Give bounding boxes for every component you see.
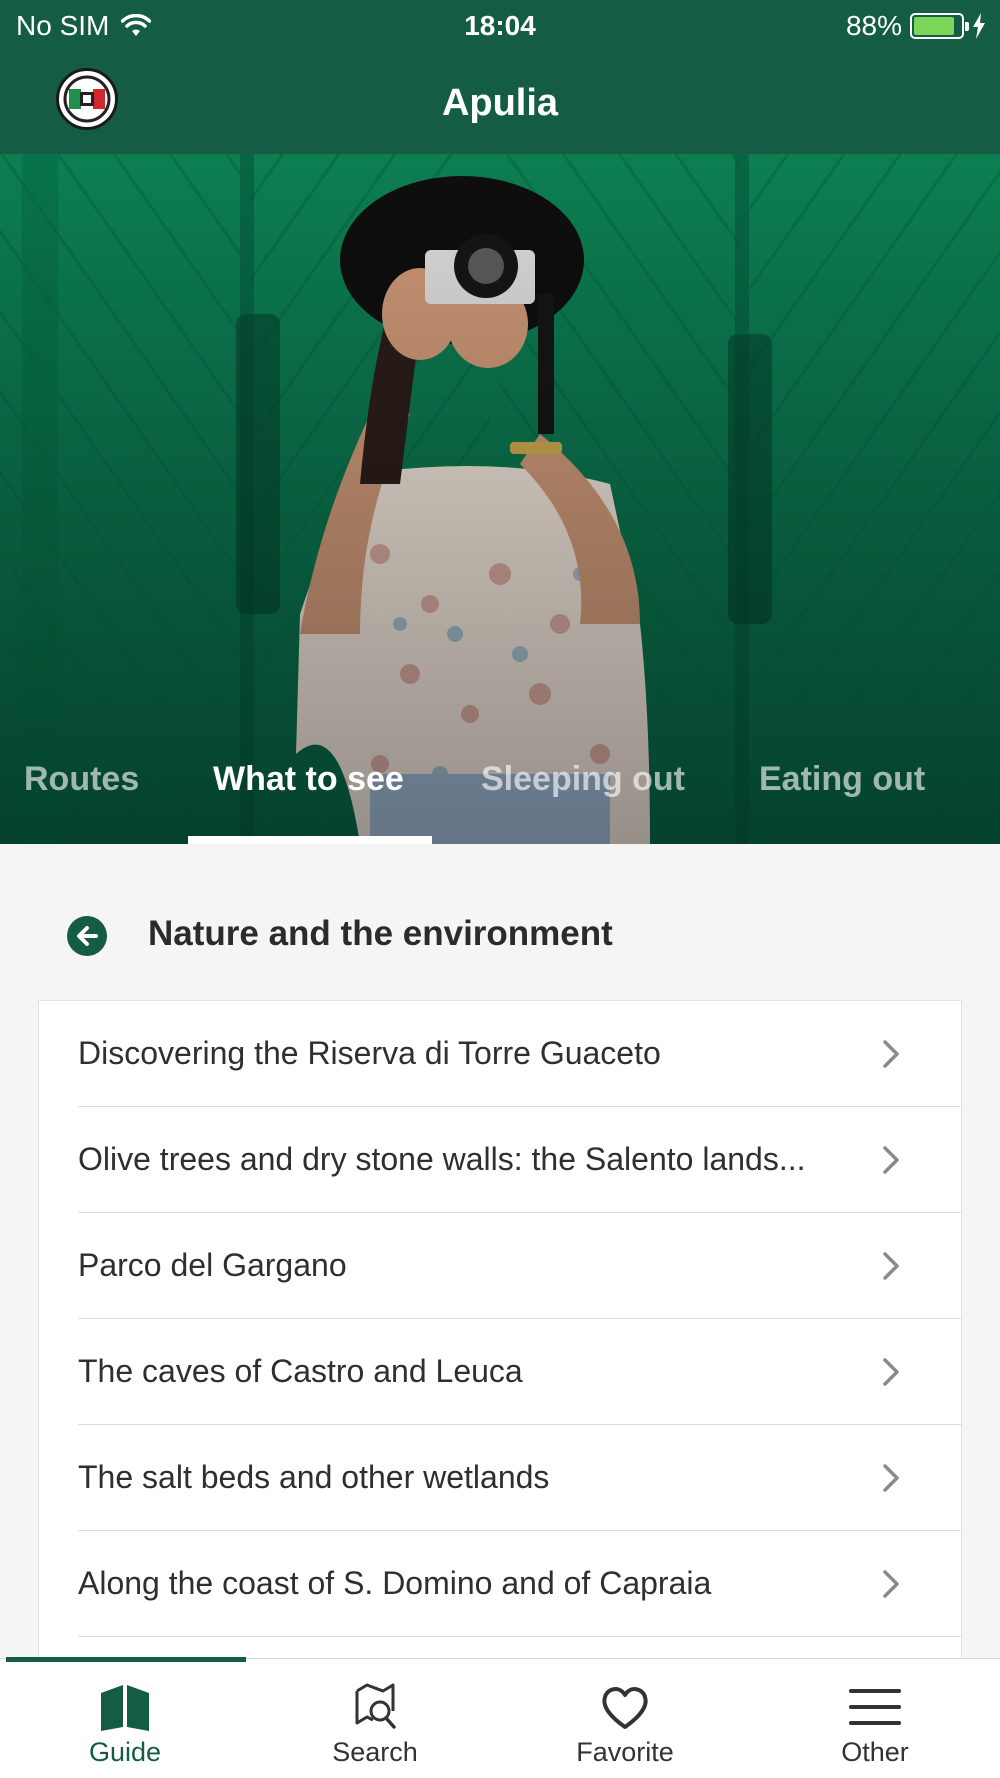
list-item-label: The caves of Castro and Leuca (78, 1353, 523, 1389)
charging-bolt-icon (973, 13, 985, 39)
category-tabs: Routes What to see Sleeping out Eating o… (0, 732, 1000, 844)
chevron-right-icon (883, 1464, 899, 1492)
battery-percent: 88% (845, 10, 902, 41)
tabbar-guide[interactable]: Guide (0, 1659, 250, 1778)
chevron-right-icon (883, 1252, 899, 1280)
chevron-right-icon (883, 1570, 899, 1598)
bottom-tab-bar: Guide Search Favorite Other (0, 1657, 1000, 1778)
section-title: Nature and the environment (148, 914, 613, 953)
active-tab-indicator (188, 836, 432, 844)
nav-header: Apulia (0, 52, 1000, 154)
map-search-icon (355, 1683, 396, 1729)
arrow-left-icon (77, 926, 98, 946)
tab-sleeping-out[interactable]: Sleeping out (481, 760, 685, 799)
battery-icon (910, 13, 969, 39)
battery-info: 88% (846, 10, 986, 42)
tab-routes[interactable]: Routes (24, 760, 139, 799)
heart-icon (602, 1687, 648, 1729)
chevron-right-icon (883, 1040, 899, 1068)
book-icon (101, 1685, 149, 1731)
list-item-label: Parco del Gargano (78, 1247, 347, 1283)
page-title: Apulia (441, 82, 559, 124)
tabbar-guide-label: Guide (88, 1737, 162, 1767)
list-separator (78, 1636, 961, 1637)
tabbar-search-label: Search (332, 1737, 418, 1767)
list-item-label: Along the coast of S. Domino and of Capr… (78, 1565, 712, 1601)
list-item[interactable]: The caves of Castro and Leuca (39, 1319, 961, 1425)
list-item[interactable]: Parco del Gargano (39, 1213, 961, 1319)
list-item[interactable]: The salt beds and other wetlands (39, 1425, 961, 1531)
item-list: Discovering the Riserva di Torre Guaceto… (38, 1000, 962, 1660)
chevron-right-icon (883, 1146, 899, 1174)
list-item-label: Discovering the Riserva di Torre Guaceto (78, 1035, 661, 1071)
list-item-label: Olive trees and dry stone walls: the Sal… (78, 1141, 806, 1177)
tab-what-to-see[interactable]: What to see (213, 760, 404, 799)
list-item[interactable]: Along the coast of S. Domino and of Capr… (39, 1531, 961, 1637)
tabbar-favorite[interactable]: Favorite (500, 1659, 750, 1778)
tabbar-favorite-label: Favorite (576, 1737, 674, 1767)
tabbar-search[interactable]: Search (250, 1659, 500, 1778)
list-item[interactable]: Discovering the Riserva di Torre Guaceto (39, 1001, 961, 1107)
list-item[interactable]: Olive trees and dry stone walls: the Sal… (39, 1107, 961, 1213)
menu-icon (849, 1689, 901, 1725)
tabbar-other[interactable]: Other (750, 1659, 1000, 1778)
status-bar: No SIM 18:04 88% (0, 0, 1000, 52)
back-button[interactable] (67, 916, 107, 956)
list-item-label: The salt beds and other wetlands (78, 1459, 550, 1495)
battery-level-fill (914, 17, 955, 35)
tab-eating-out[interactable]: Eating out (759, 760, 925, 799)
section-header: Nature and the environment (0, 844, 1000, 1000)
chevron-right-icon (883, 1358, 899, 1386)
tabbar-other-label: Other (841, 1737, 909, 1767)
